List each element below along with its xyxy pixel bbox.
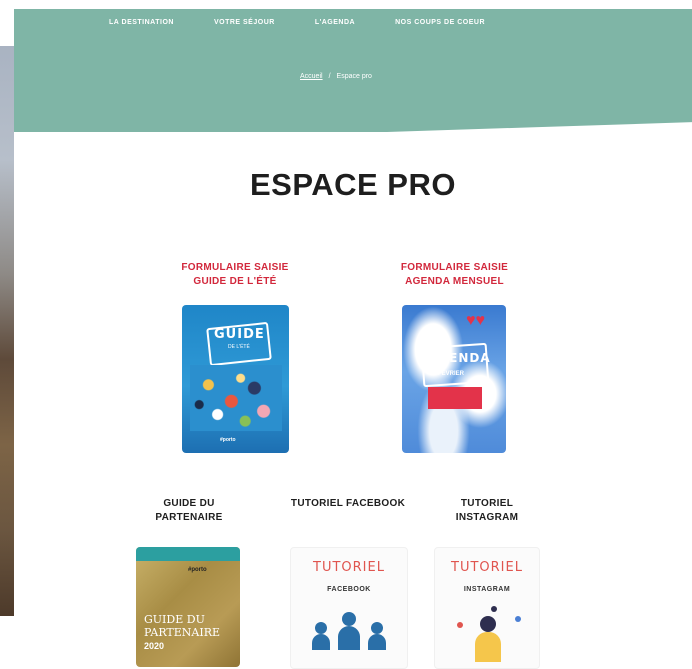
card-title-agenda[interactable]: FORMULAIRE SAISIE AGENDA MENSUEL bbox=[382, 261, 527, 289]
card-title-partner[interactable]: GUIDE DU PARTENAIRE bbox=[134, 497, 244, 525]
card-title-guide-ete[interactable]: FORMULAIRE SAISIE GUIDE DE L'ÉTÉ bbox=[164, 261, 306, 289]
nav-item-agenda[interactable]: L'AGENDA bbox=[315, 19, 355, 26]
like-icon bbox=[515, 616, 521, 622]
nav-item-votre-sejour[interactable]: VOTRE SÉJOUR bbox=[214, 19, 275, 26]
cover-logo: #porto bbox=[188, 567, 207, 573]
breadcrumb-home-link[interactable]: Accueil bbox=[300, 73, 323, 80]
card-title-instagram[interactable]: TUTORIEL INSTAGRAM bbox=[432, 497, 542, 525]
heart-icon bbox=[457, 622, 463, 628]
partner-cover-link[interactable]: #porto GUIDE DU PARTENAIRE 2020 bbox=[136, 547, 240, 667]
cover-logo: #porto bbox=[220, 437, 236, 443]
cover-month: FÉVRIER bbox=[438, 371, 465, 377]
page-title: ESPACE PRO bbox=[250, 167, 456, 202]
nav-item-coups-de-coeur[interactable]: NOS COUPS DE COEUR bbox=[395, 19, 485, 26]
cover-title: TUTORIEL bbox=[451, 560, 523, 575]
breadcrumb-current: Espace pro bbox=[336, 73, 372, 80]
breadcrumb: Accueil / Espace pro bbox=[300, 73, 372, 80]
site-header: LA DESTINATION VOTRE SÉJOUR L'AGENDA NOS… bbox=[14, 9, 692, 132]
cover-frame bbox=[420, 342, 490, 388]
cover-subtitle: FACEBOOK bbox=[327, 586, 371, 593]
nav-item-destination[interactable]: LA DESTINATION bbox=[109, 19, 174, 26]
cover-title: AGENDA bbox=[428, 351, 491, 365]
main-nav: LA DESTINATION VOTRE SÉJOUR L'AGENDA NOS… bbox=[109, 19, 485, 26]
cover-tag bbox=[428, 387, 482, 409]
people-icon bbox=[309, 610, 389, 650]
cover-band bbox=[136, 547, 240, 561]
cover-title: GUIDE DU PARTENAIRE bbox=[144, 613, 221, 639]
person-illustration-icon bbox=[471, 602, 505, 662]
breadcrumb-separator: / bbox=[328, 73, 331, 80]
page: LA DESTINATION VOTRE SÉJOUR L'AGENDA NOS… bbox=[14, 9, 692, 669]
cover-illustration bbox=[190, 365, 282, 431]
cover-year: 2020 bbox=[144, 641, 165, 651]
cover-title: GUIDE bbox=[214, 327, 265, 342]
cover-subtitle: DE L'ÉTÉ bbox=[228, 344, 250, 350]
guide-ete-cover-link[interactable]: GUIDE DE L'ÉTÉ #porto bbox=[182, 305, 289, 453]
heart-icon: ♥♥ bbox=[466, 312, 485, 329]
background-photo-strip bbox=[0, 46, 14, 616]
agenda-cover-link[interactable]: ♥♥ AGENDA FÉVRIER bbox=[402, 305, 506, 453]
cover-subtitle: INSTAGRAM bbox=[463, 586, 511, 593]
star-icon bbox=[491, 606, 497, 612]
cover-title: TUTORIEL bbox=[313, 560, 385, 575]
card-title-facebook[interactable]: TUTORIEL FACEBOOK bbox=[278, 497, 418, 511]
